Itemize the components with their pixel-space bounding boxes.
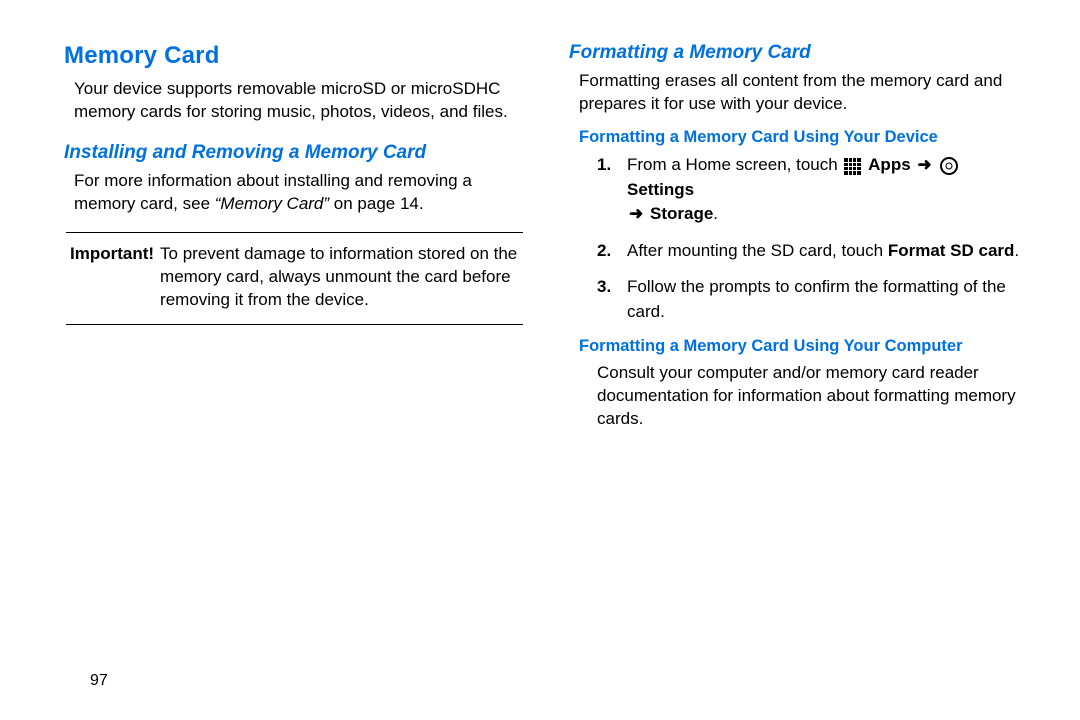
settings-gear-icon [940,157,958,175]
note-text: To prevent damage to information stored … [160,243,519,312]
step2-text-c: . [1014,241,1019,260]
install-text-b: on page 14. [329,194,424,213]
page-number: 97 [90,672,108,690]
arrow-icon: ➜ [629,202,643,227]
formatting-heading: Formatting a Memory Card [569,42,1030,64]
cross-reference: “Memory Card” [215,194,329,213]
formatting-computer-text: Consult your computer and/or memory card… [569,362,1030,431]
install-remove-heading: Installing and Removing a Memory Card [64,142,525,164]
settings-label: Settings [627,180,694,199]
step-3: Follow the prompts to confirm the format… [597,275,1030,324]
intro-paragraph: Your device supports removable microSD o… [64,78,525,124]
left-column: Memory Card Your device supports removab… [64,42,525,431]
step1-text-a: From a Home screen, touch [627,155,842,174]
apps-grid-icon [844,158,861,175]
step2-text-a: After mounting the SD card, touch [627,241,888,260]
format-sd-label: Format SD card [888,241,1015,260]
formatting-intro: Formatting erases all content from the m… [569,70,1030,116]
formatting-computer-heading: Formatting a Memory Card Using Your Comp… [569,337,1030,356]
step1-end: . [713,204,718,223]
steps-list: From a Home screen, touch Apps ➜ Setting… [569,153,1030,325]
install-remove-paragraph: For more information about installing an… [64,170,525,216]
section-title: Memory Card [64,42,525,70]
right-column: Formatting a Memory Card Formatting eras… [569,42,1030,431]
step-2: After mounting the SD card, touch Format… [597,239,1030,264]
storage-label: Storage [650,204,713,223]
arrow-icon: ➜ [917,153,931,178]
step-1: From a Home screen, touch Apps ➜ Setting… [597,153,1030,227]
note-label: Important! [70,243,160,266]
page-columns: Memory Card Your device supports removab… [64,42,1030,431]
important-note: Important! To prevent damage to informat… [66,232,523,325]
formatting-device-heading: Formatting a Memory Card Using Your Devi… [569,128,1030,147]
apps-label: Apps [868,155,911,174]
